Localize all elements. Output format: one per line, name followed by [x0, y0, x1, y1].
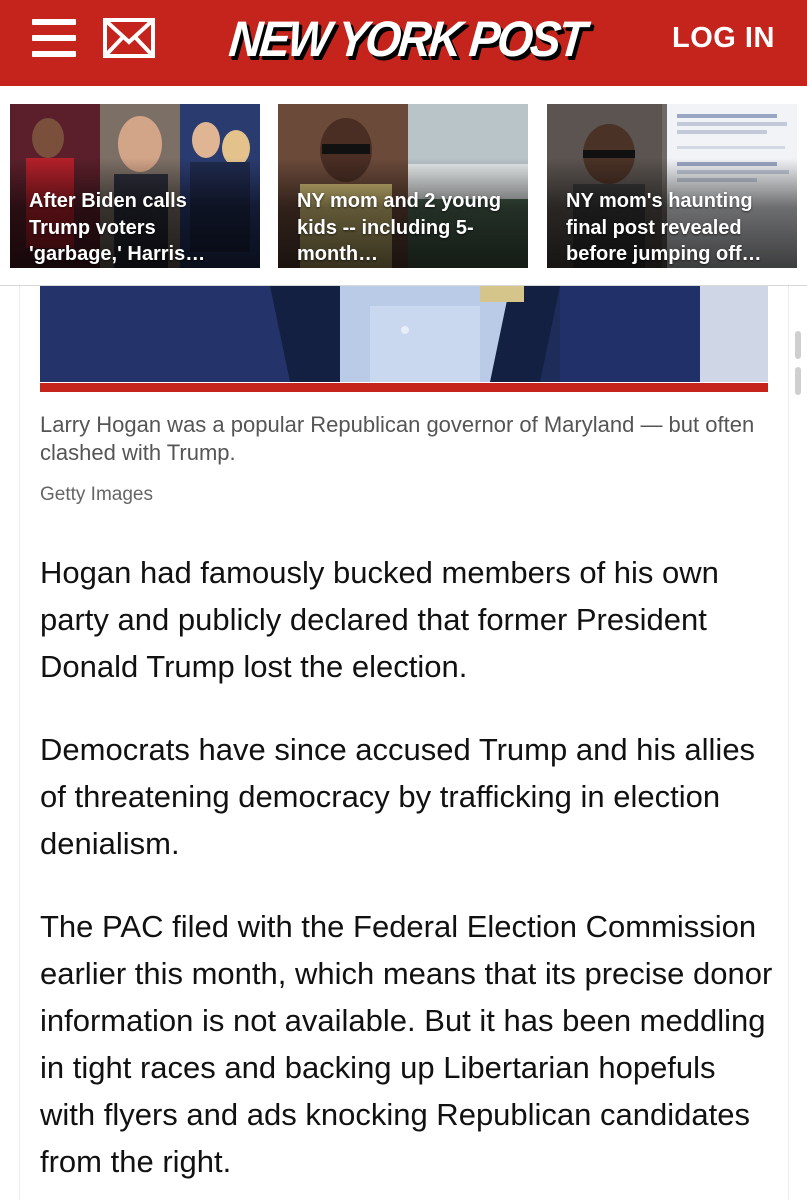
story-headline: After Biden calls Trump voters 'garbage,…: [29, 190, 206, 265]
story-headline: NY mom's haunting final post revealed be…: [566, 190, 762, 265]
article-hero-image: [40, 286, 768, 382]
photo-credit: Getty Images: [40, 484, 153, 505]
trending-story-card[interactable]: NY mom and 2 young kids -- including 5-m…: [278, 104, 528, 268]
photo-caption: Larry Hogan was a popular Republican gov…: [40, 412, 755, 465]
envelope-icon[interactable]: [103, 18, 155, 58]
story-headline: NY mom and 2 young kids -- including 5-m…: [297, 190, 502, 265]
brand-wordmark: NEW YORK POST: [227, 11, 587, 67]
carousel-scrollbar[interactable]: [795, 331, 802, 401]
site-header: NEW YORK POST LOG IN: [0, 0, 807, 86]
trending-story-card[interactable]: NY mom's haunting final post revealed be…: [547, 104, 797, 268]
trending-stories-strip: After Biden calls Trump voters 'garbage,…: [0, 86, 807, 395]
trending-story-card[interactable]: After Biden calls Trump voters 'garbage,…: [10, 104, 260, 268]
hero-divider: [40, 383, 768, 392]
article-paragraph: Democrats have since accused Trump and h…: [40, 732, 756, 861]
article-paragraph: The PAC filed with the Federal Election …: [40, 909, 773, 1179]
site-logo[interactable]: NEW YORK POST: [222, 8, 592, 70]
hamburger-menu-icon[interactable]: [32, 19, 76, 57]
article-paragraph: Hogan had famously bucked members of his…: [40, 555, 719, 684]
login-button[interactable]: LOG IN: [672, 22, 775, 55]
